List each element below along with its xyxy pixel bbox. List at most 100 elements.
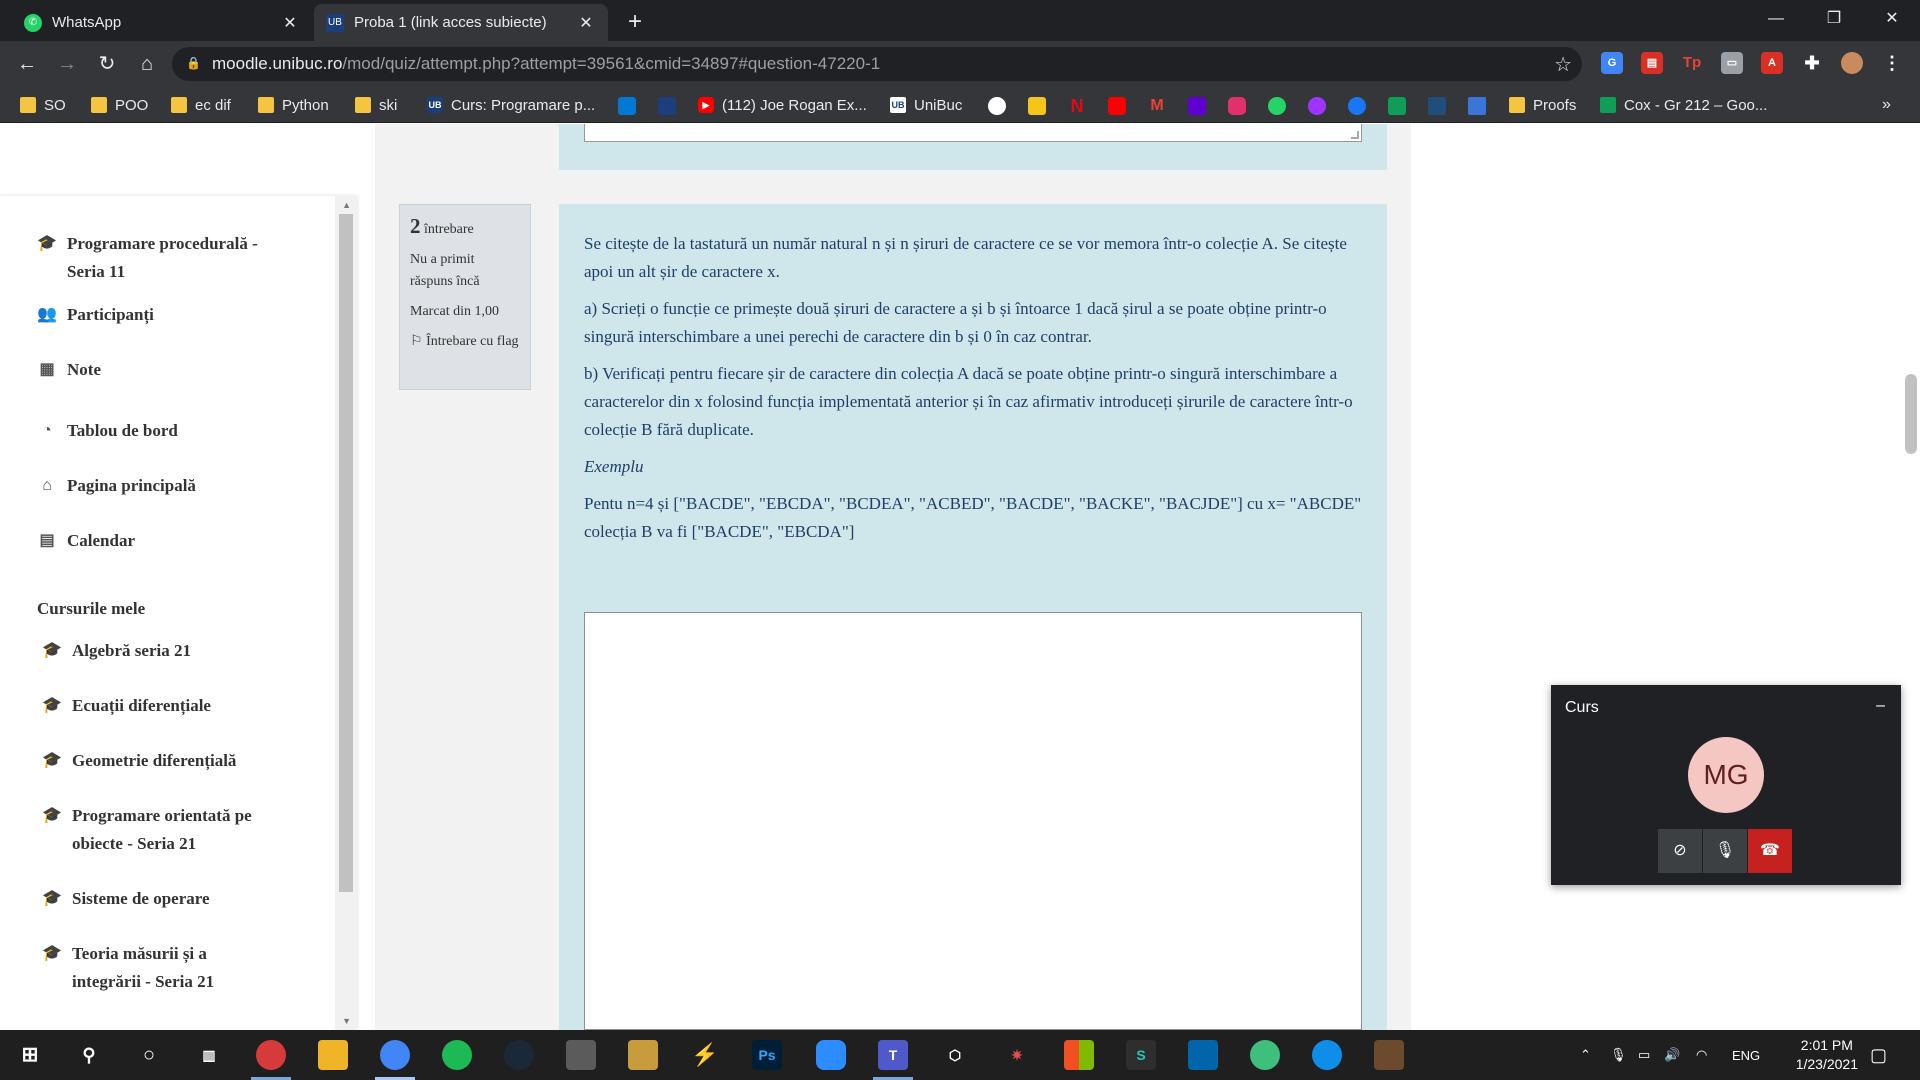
- mic-off-icon[interactable]: 🎙: [1703, 829, 1747, 873]
- extensions-puzzle-icon[interactable]: ✚: [1801, 52, 1823, 74]
- lightning-app-icon[interactable]: ⚡: [690, 1040, 720, 1070]
- nav-course-item[interactable]: 🎓 Sisteme de operare: [42, 885, 210, 913]
- tray-chevron-icon[interactable]: ⌃: [1580, 1030, 1591, 1080]
- drawer-scrollbar[interactable]: ▲ ▼: [335, 196, 357, 1030]
- yahoo-mail-icon[interactable]: [1188, 97, 1206, 115]
- spider-app-icon[interactable]: ✷: [1002, 1040, 1032, 1070]
- scroll-down-icon[interactable]: ▼: [342, 1016, 351, 1026]
- translate-extension-icon[interactable]: G: [1601, 52, 1623, 74]
- bookmark-site-icon[interactable]: [1468, 97, 1486, 115]
- nav-course-item[interactable]: 🎓 Ecuații diferențiale: [42, 692, 211, 720]
- chart-extension-icon[interactable]: ▤: [1641, 52, 1663, 74]
- netflix-icon[interactable]: N: [1068, 97, 1086, 115]
- steam-icon[interactable]: [504, 1040, 534, 1070]
- bookmark-folder[interactable]: SO: [20, 95, 66, 115]
- nav-course-item[interactable]: 🎓 Programare orientată pe obiecte - Seri…: [42, 802, 287, 858]
- minimize-button[interactable]: –: [1876, 697, 1885, 715]
- print-extension-icon[interactable]: ▭: [1721, 52, 1743, 74]
- page-scrollbar[interactable]: [1902, 124, 1920, 1030]
- nav-course-current[interactable]: 🎓 Programare procedurală - Seria 11: [37, 230, 287, 286]
- instagram-icon[interactable]: [1228, 97, 1246, 115]
- close-icon[interactable]: ✕: [280, 13, 300, 33]
- tp-extension-icon[interactable]: Tp: [1681, 52, 1703, 74]
- new-tab-button[interactable]: +: [620, 8, 650, 38]
- search-icon[interactable]: ⚲: [74, 1040, 104, 1070]
- meet-mini-window[interactable]: Curs – MG ⊘ 🎙 ☎: [1551, 685, 1901, 885]
- cortana-icon[interactable]: ○: [134, 1040, 164, 1070]
- bookmark-link[interactable]: Cox - Gr 212 – Goo...: [1600, 95, 1767, 115]
- zoom-icon[interactable]: [816, 1040, 846, 1070]
- language-indicator[interactable]: ENG: [1732, 1030, 1760, 1080]
- tab-whatsapp[interactable]: ✆ WhatsApp ✕: [12, 4, 312, 41]
- bookmark-folder[interactable]: ec dif: [171, 95, 231, 115]
- scroll-up-icon[interactable]: ▲: [342, 200, 351, 210]
- virtualbox-icon[interactable]: ⬡: [940, 1040, 970, 1070]
- bookmark-folder[interactable]: Proofs: [1509, 95, 1576, 115]
- close-window-button[interactable]: ✕: [1864, 0, 1920, 41]
- bookmark-folder[interactable]: ski: [355, 95, 397, 115]
- nav-dashboard[interactable]: ◔ Tablou de bord: [37, 417, 178, 445]
- page-scroll-thumb[interactable]: [1905, 374, 1917, 454]
- spotify-icon[interactable]: [442, 1040, 472, 1070]
- microphone-icon[interactable]: 🎙: [1610, 1030, 1627, 1080]
- tab-quiz[interactable]: UB Proba 1 (link acces subiecte) ✕: [314, 4, 608, 41]
- bookmark-link[interactable]: UB UniBuc: [890, 95, 962, 115]
- atom-icon[interactable]: [1250, 1040, 1280, 1070]
- photoshop-icon[interactable]: Ps: [752, 1040, 782, 1070]
- answer-editor[interactable]: [584, 612, 1362, 1030]
- game-icon[interactable]: [1374, 1040, 1404, 1070]
- teams-icon[interactable]: T: [878, 1040, 908, 1070]
- restore-window-button[interactable]: ❐: [1806, 0, 1862, 41]
- minimize-window-button[interactable]: —: [1748, 0, 1804, 41]
- address-bar[interactable]: 🔒 moodle.unibuc.ro/mod/quiz/attempt.php?…: [172, 47, 1582, 81]
- discord-icon[interactable]: [566, 1040, 596, 1070]
- bookmark-site-icon[interactable]: [988, 97, 1006, 115]
- whatsapp-icon[interactable]: [1268, 97, 1286, 115]
- league-of-legends-icon[interactable]: [628, 1040, 658, 1070]
- teamviewer-icon[interactable]: [1312, 1040, 1342, 1070]
- file-explorer-icon[interactable]: [318, 1040, 348, 1070]
- fl-icon[interactable]: [1428, 97, 1446, 115]
- windows-start-icon[interactable]: ⊞: [15, 1040, 45, 1070]
- system-clock[interactable]: 2:01 PM 1/23/2021: [1796, 1036, 1858, 1074]
- pdf-extension-icon[interactable]: A: [1761, 52, 1783, 74]
- nav-grades[interactable]: ▦ Note: [37, 356, 101, 384]
- bookmarks-overflow-button[interactable]: »: [1882, 95, 1891, 115]
- drawer-scroll-thumb[interactable]: [339, 214, 353, 892]
- nav-course-item[interactable]: 🎓 Geometrie diferențială: [42, 747, 236, 775]
- end-call-icon[interactable]: ☎: [1748, 829, 1792, 873]
- camera-off-icon[interactable]: ⊘: [1658, 829, 1702, 873]
- facebook-icon[interactable]: [1348, 97, 1366, 115]
- nav-participants[interactable]: 👥 Participanți: [37, 301, 154, 329]
- outlook-icon[interactable]: [618, 97, 636, 115]
- forward-icon[interactable]: →: [52, 49, 82, 79]
- bookmark-folder[interactable]: POO: [91, 95, 148, 115]
- nav-calendar[interactable]: ▤ Calendar: [37, 527, 135, 555]
- home-icon[interactable]: ⌂: [132, 49, 162, 79]
- bookmark-folder[interactable]: Python: [258, 95, 329, 115]
- back-icon[interactable]: ←: [12, 49, 42, 79]
- resize-handle-icon[interactable]: [1351, 131, 1359, 139]
- battery-icon[interactable]: ▭: [1638, 1030, 1650, 1080]
- vscode-icon[interactable]: [1188, 1040, 1218, 1070]
- reload-icon[interactable]: ↻: [92, 49, 122, 79]
- paint-3d-icon[interactable]: [256, 1040, 286, 1070]
- task-view-icon[interactable]: ▥: [194, 1040, 224, 1070]
- flag-question-link[interactable]: ⚐ Întrebare cu flag: [410, 331, 520, 353]
- unibuc-icon[interactable]: [658, 97, 676, 115]
- sublime-icon[interactable]: S: [1126, 1040, 1156, 1070]
- messenger-icon[interactable]: [1308, 97, 1326, 115]
- bookmark-star-icon[interactable]: ☆: [1554, 52, 1572, 77]
- google-drive-icon[interactable]: [1388, 97, 1406, 115]
- notification-icon[interactable]: ▢: [1870, 1030, 1887, 1080]
- chrome-icon[interactable]: [380, 1040, 410, 1070]
- bookmark-link[interactable]: UB Curs: Programare p...: [427, 95, 595, 115]
- imdb-icon[interactable]: [1028, 97, 1046, 115]
- volume-icon[interactable]: 🔊: [1664, 1030, 1680, 1080]
- previous-answer-textarea[interactable]: [584, 124, 1362, 142]
- close-icon[interactable]: ✕: [576, 13, 596, 33]
- profile-avatar[interactable]: [1841, 52, 1863, 74]
- nav-course-item[interactable]: 🎓 Teoria măsurii și a integrării - Seria…: [42, 940, 262, 996]
- gmail-icon[interactable]: M: [1148, 97, 1166, 115]
- nav-course-item[interactable]: 🎓 Algebră seria 21: [42, 637, 191, 665]
